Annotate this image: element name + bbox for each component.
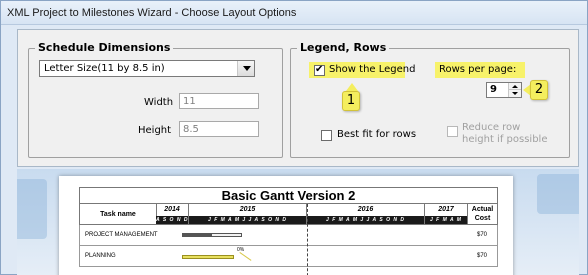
page-size-select[interactable]: Letter Size(11 by 8.5 in) bbox=[39, 60, 255, 77]
stepper-down-icon[interactable] bbox=[509, 90, 521, 97]
year-2017-label: 2017 bbox=[438, 206, 454, 213]
actual-cost-header-line1: Actual bbox=[471, 206, 494, 213]
title-bar: XML Project to Milestones Wizard - Choos… bbox=[1, 1, 587, 25]
gantt-preview-page: Basic Gantt Version 2 Task name 2014 A S… bbox=[59, 176, 513, 275]
legend-rows-group: Legend, Rows Show the Legend Rows per pa… bbox=[290, 41, 570, 158]
schedule-dimensions-legend: Schedule Dimensions bbox=[35, 41, 174, 54]
year-2014-label: 2014 bbox=[164, 206, 180, 213]
year-2017-header: 2017 J F M A M bbox=[425, 204, 468, 225]
callout-1-badge: 1 bbox=[342, 91, 360, 111]
actual-cost-header-line2: Cost bbox=[474, 215, 491, 222]
callout-2-badge: 2 bbox=[530, 80, 548, 100]
year-2014-header: 2014 A S O N D bbox=[156, 204, 189, 225]
rows-per-page-stepper[interactable]: 9 bbox=[486, 82, 522, 98]
legend-rows-legend: Legend, Rows bbox=[297, 41, 390, 54]
best-fit-label[interactable]: Best fit for rows bbox=[337, 129, 416, 140]
page-size-value: Letter Size(11 by 8.5 in) bbox=[44, 63, 165, 74]
width-field[interactable]: 11 bbox=[179, 93, 259, 109]
gantt-summary-bar-progress bbox=[182, 233, 212, 237]
year-2015-header: 2015 J F M A M J J A S O N D bbox=[189, 204, 307, 225]
gantt-row: PLANNING 0% $70 bbox=[79, 246, 498, 270]
wizard-window: XML Project to Milestones Wizard - Choos… bbox=[0, 0, 588, 275]
rows-per-page-label: Rows per page: bbox=[439, 64, 517, 75]
task-name-header-text: Task name bbox=[100, 211, 136, 218]
reduce-row-label-line1: Reduce row bbox=[462, 122, 521, 133]
today-marker-line bbox=[307, 204, 308, 275]
background-decoration-left bbox=[17, 179, 47, 239]
gantt-dependency-line bbox=[233, 252, 252, 270]
gantt-row-task: PROJECT MANAGEMENT bbox=[85, 232, 158, 238]
best-fit-checkbox[interactable] bbox=[321, 130, 332, 141]
gantt-row-cost: $70 bbox=[476, 232, 487, 238]
callout-1-pointer bbox=[346, 83, 358, 91]
stepper-up-icon[interactable] bbox=[509, 83, 521, 90]
height-value: 8.5 bbox=[183, 124, 199, 135]
months-2017: J F M A M bbox=[425, 216, 467, 224]
gantt-row-cost: $70 bbox=[476, 253, 487, 259]
gantt-title: Basic Gantt Version 2 bbox=[79, 187, 498, 204]
window-title: XML Project to Milestones Wizard - Choos… bbox=[7, 7, 297, 19]
months-2015: J F M A M J J A S O N D bbox=[189, 216, 306, 224]
layout-options-panel: Schedule Dimensions Letter Size(11 by 8.… bbox=[17, 29, 579, 167]
actual-cost-header: Actual Cost bbox=[468, 204, 498, 225]
chevron-down-icon[interactable] bbox=[237, 61, 254, 76]
reduce-row-label-line2: height if possible bbox=[462, 134, 548, 145]
background-decoration-right bbox=[537, 174, 579, 214]
callout-1-number: 1 bbox=[346, 93, 356, 108]
months-2014: A S O N D bbox=[156, 216, 188, 224]
gantt-row-task: PLANNING bbox=[85, 253, 116, 259]
show-legend-label[interactable]: Show the Legend bbox=[329, 64, 415, 75]
year-2015-label: 2015 bbox=[239, 206, 256, 213]
reduce-row-height-checkbox[interactable] bbox=[447, 126, 458, 137]
callout-2-number: 2 bbox=[534, 82, 544, 97]
year-2016-label: 2016 bbox=[357, 206, 374, 213]
months-2016: J F M A M J J A S O N D bbox=[307, 216, 424, 224]
stepper-buttons bbox=[508, 83, 521, 97]
year-2016-header: 2016 J F M A M J J A S O N D bbox=[307, 204, 425, 225]
layout-preview-area: Basic Gantt Version 2 Task name 2014 A S… bbox=[17, 169, 579, 275]
height-field[interactable]: 8.5 bbox=[179, 121, 259, 137]
task-name-header: Task name bbox=[79, 204, 157, 225]
show-legend-checkbox[interactable] bbox=[314, 63, 325, 77]
width-value: 11 bbox=[183, 96, 196, 107]
gantt-task-bar bbox=[182, 255, 234, 259]
schedule-dimensions-group: Schedule Dimensions Letter Size(11 by 8.… bbox=[28, 41, 283, 158]
width-label: Width bbox=[144, 97, 174, 108]
height-label: Height bbox=[138, 125, 172, 136]
gantt-row: PROJECT MANAGEMENT $70 bbox=[79, 225, 498, 246]
rows-per-page-value: 9 bbox=[490, 84, 497, 95]
